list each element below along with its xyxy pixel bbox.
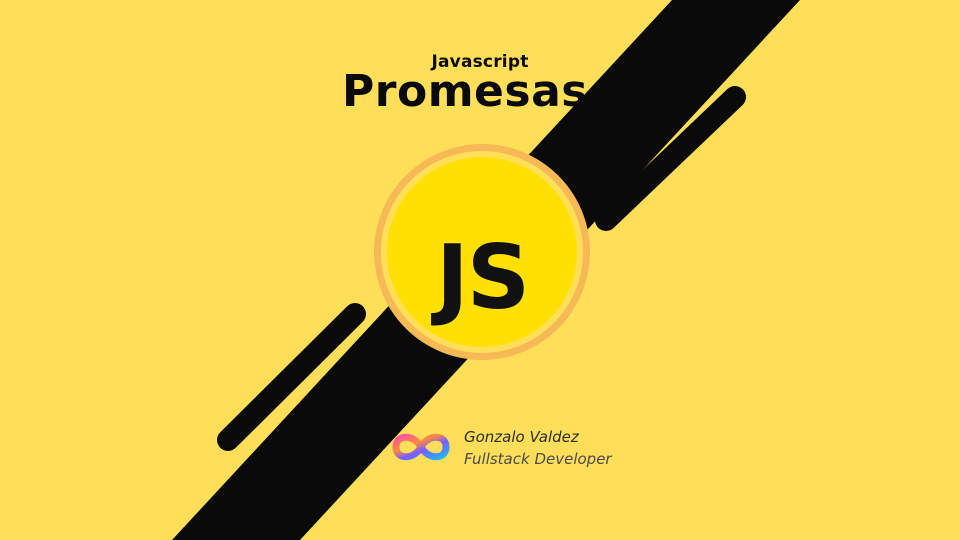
page-title: Promesas: [342, 66, 588, 117]
author-role: Fullstack Developer: [464, 450, 612, 468]
author-name: Gonzalo Valdez: [464, 428, 579, 446]
js-logo-icon: JS: [436, 226, 530, 329]
thumbnail-canvas: Javascript Promesas JS Gonzalo Valdez Fu…: [0, 0, 960, 540]
infinity-logo-icon: [392, 433, 450, 461]
